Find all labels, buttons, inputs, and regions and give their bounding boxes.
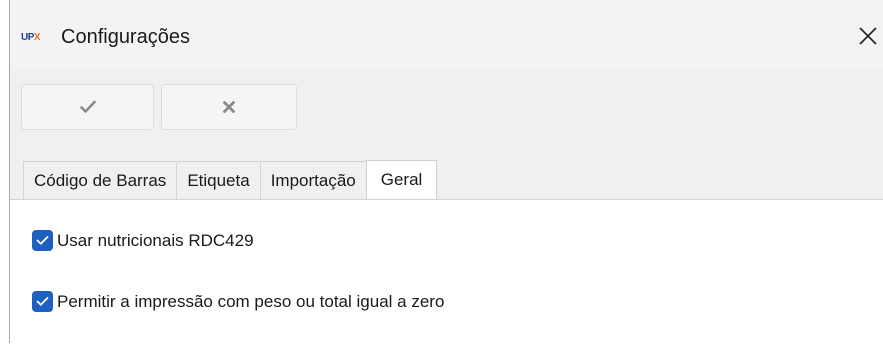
close-icon (859, 27, 877, 45)
cancel-button[interactable] (161, 84, 297, 130)
title-bar: UPX Configurações (10, 0, 883, 70)
tab-codigo-de-barras[interactable]: Código de Barras (23, 161, 178, 199)
settings-window: UPX Configurações Código de Barras Etiqu… (9, 0, 883, 344)
tab-label: Geral (380, 170, 423, 189)
option-permitir-impressao[interactable]: Permitir a impressão com peso ou total i… (32, 291, 444, 312)
tab-importacao[interactable]: Importação (259, 161, 367, 199)
option-usar-nutricionais[interactable]: Usar nutricionais RDC429 (32, 230, 254, 251)
confirm-button[interactable] (21, 84, 154, 130)
x-icon (223, 101, 235, 113)
checkmark-icon (36, 297, 49, 306)
general-tab-panel: Usar nutricionais RDC429 Permitir a impr… (10, 199, 883, 344)
checkmark-icon (36, 236, 49, 245)
close-button[interactable] (852, 20, 883, 52)
tab-geral[interactable]: Geral (365, 160, 438, 199)
tab-bar: Código de Barras Etiqueta Importação Ger… (23, 160, 438, 199)
option-label: Usar nutricionais RDC429 (57, 230, 254, 250)
tab-etiqueta[interactable]: Etiqueta (176, 161, 261, 199)
option-label: Permitir a impressão com peso ou total i… (57, 291, 445, 311)
app-logo: UPX (21, 32, 41, 43)
tab-label: Etiqueta (187, 170, 250, 190)
checkmark-icon (79, 100, 96, 113)
window-title: Configurações (61, 26, 190, 48)
tab-label: Código de Barras (34, 170, 167, 190)
checkbox-usar-nutricionais[interactable] (32, 230, 53, 251)
tab-label: Importação (270, 170, 356, 190)
checkbox-permitir-impressao[interactable] (32, 291, 53, 312)
